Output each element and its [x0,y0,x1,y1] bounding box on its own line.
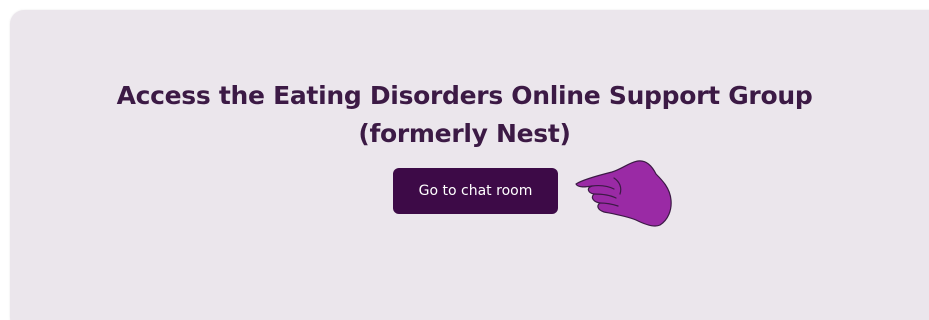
pointing-hand-icon [575,160,672,227]
go-to-chat-room-button[interactable]: Go to chat room [393,168,558,214]
title-line-1: Access the Eating Disorders Online Suppo… [116,81,813,110]
title-line-2: (formerly Nest) [358,119,571,148]
support-group-card [10,10,929,320]
page-title: Access the Eating Disorders Online Suppo… [0,77,929,153]
